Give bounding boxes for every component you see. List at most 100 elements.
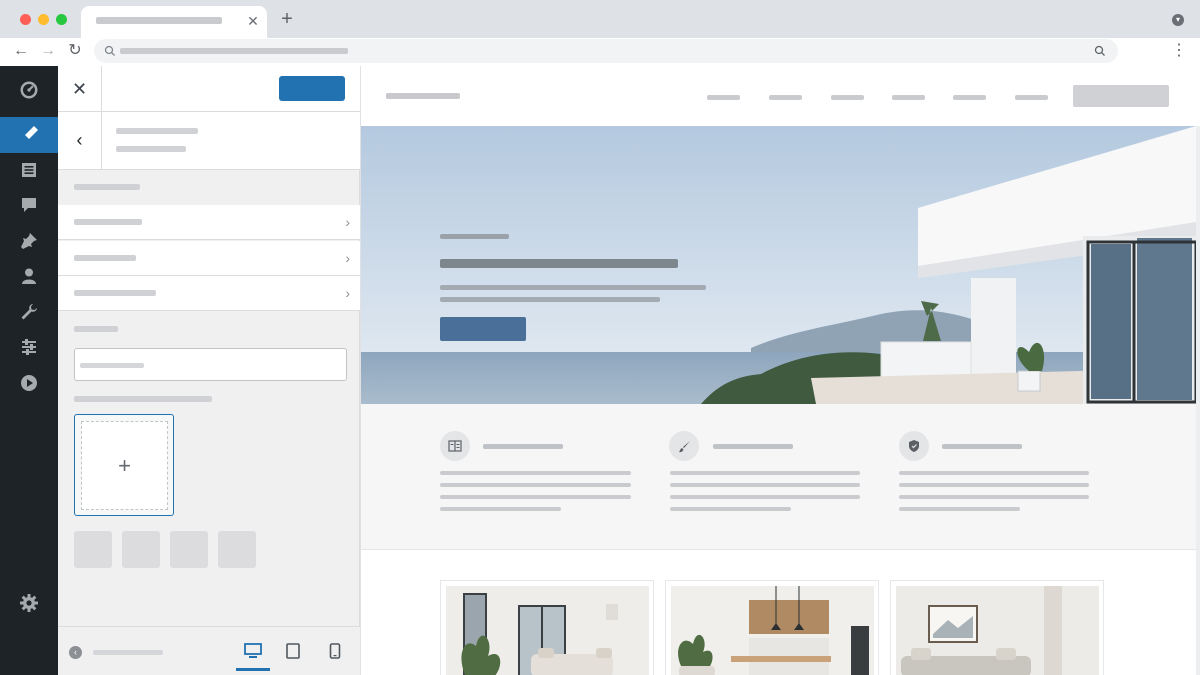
panel-item-label [74, 219, 142, 225]
color-swatch[interactable] [74, 531, 112, 568]
collapse-label [93, 650, 163, 655]
gallery-section [361, 549, 1196, 675]
feature-text-line [670, 483, 860, 487]
zoom-search-icon[interactable] [1094, 45, 1106, 57]
media-play-icon[interactable] [0, 365, 58, 401]
nav-item[interactable] [831, 95, 864, 100]
hero-section [361, 126, 1196, 404]
color-swatch[interactable] [218, 531, 256, 568]
panel-item[interactable]: › [58, 241, 360, 276]
field-label [74, 326, 118, 332]
search-icon [104, 45, 115, 56]
gallery-card[interactable] [665, 580, 879, 675]
feature-text-line [440, 495, 631, 499]
chevron-right-icon: › [345, 250, 350, 266]
users-icon[interactable] [0, 258, 58, 294]
close-customizer-button[interactable]: ✕ [58, 66, 102, 112]
feature-text-line [899, 471, 1089, 475]
features-section [361, 404, 1196, 549]
pages-icon[interactable] [0, 152, 58, 188]
feature-text-line [899, 483, 1089, 487]
brush-icon [669, 431, 699, 461]
nav-item[interactable] [892, 95, 925, 100]
site-title-input[interactable] [74, 348, 347, 381]
feature-text-line [670, 507, 791, 511]
posts-icon[interactable] [0, 223, 58, 259]
back-button[interactable]: ← [10, 40, 32, 62]
tab-close-icon[interactable]: ✕ [246, 14, 260, 28]
logo-upload-button[interactable]: + [74, 414, 174, 516]
tab-strip: ✕ + ▾ [0, 0, 1200, 38]
site-preview [361, 66, 1200, 675]
browser-menu-icon[interactable]: ⋮ [1171, 42, 1187, 60]
tools-icon[interactable] [0, 294, 58, 330]
feature-text-line [670, 471, 860, 475]
feature-text-line [899, 507, 1020, 511]
tab-search-chevron-icon[interactable]: ▾ [1172, 14, 1184, 26]
section-title [116, 146, 186, 152]
feature-text-line [670, 495, 860, 499]
logo-label [74, 396, 212, 402]
site-header [361, 66, 1200, 126]
tablet-preview-button[interactable] [280, 639, 306, 663]
gear-icon[interactable] [0, 585, 58, 621]
nav-item[interactable] [707, 95, 740, 100]
layout-icon [440, 431, 470, 461]
active-device-indicator [236, 668, 270, 671]
new-tab-button[interactable]: + [278, 8, 296, 30]
feature-title [483, 444, 563, 449]
dashboard-icon[interactable] [0, 72, 58, 108]
hero-subtext-line [440, 285, 706, 290]
close-icon: ✕ [71, 78, 88, 99]
preview-right-edge [1196, 126, 1200, 675]
panel-item[interactable]: › [58, 276, 360, 311]
tablet-icon [286, 643, 300, 659]
customizer-footer: ‹ [58, 626, 360, 675]
nav-item[interactable] [953, 95, 986, 100]
panel-item-label [74, 255, 136, 261]
gallery-card[interactable] [890, 580, 1104, 675]
browser-tab[interactable]: ✕ [81, 6, 267, 38]
appearance-icon[interactable] [0, 117, 58, 153]
publish-button[interactable] [279, 76, 345, 101]
back-button[interactable]: ‹ [58, 112, 102, 169]
comments-icon[interactable] [0, 187, 58, 223]
hero-cta-button[interactable] [440, 317, 526, 341]
feature-text-line [440, 483, 631, 487]
tab-title [96, 17, 222, 24]
panel-item[interactable]: › [58, 205, 360, 240]
hero-headline [440, 259, 678, 268]
collapse-icon[interactable]: ‹ [69, 646, 82, 659]
interior-living-room-image [446, 586, 649, 675]
settings-sliders-icon[interactable] [0, 329, 58, 365]
hero-eyebrow [440, 234, 509, 239]
input-value [80, 363, 144, 368]
section-header: ‹ [58, 112, 360, 170]
interior-kitchen-image [671, 586, 874, 675]
maximize-window-button[interactable] [56, 14, 67, 25]
gallery-card[interactable] [440, 580, 654, 675]
nav-item[interactable] [769, 95, 802, 100]
group-heading [74, 184, 140, 190]
reload-button[interactable]: ↻ [64, 40, 86, 62]
browser-toolbar: ← → ↻ ⋮ [0, 38, 1200, 66]
site-title[interactable] [386, 93, 460, 99]
color-swatch[interactable] [170, 531, 208, 568]
close-window-button[interactable] [20, 14, 31, 25]
feature-text-line [440, 471, 631, 475]
mobile-preview-button[interactable] [322, 639, 348, 663]
color-swatch[interactable] [122, 531, 160, 568]
logo-dropzone: + [81, 421, 168, 510]
address-bar[interactable] [94, 39, 1118, 63]
nav-item[interactable] [1015, 95, 1048, 100]
desktop-preview-button[interactable] [240, 639, 266, 663]
header-cta-button[interactable] [1073, 85, 1169, 107]
chevron-right-icon: › [345, 214, 350, 230]
section-subtitle [116, 128, 198, 134]
minimize-window-button[interactable] [38, 14, 49, 25]
plus-icon: + [118, 452, 131, 478]
customizer-panel: ✕ ‹ › › › + ‹ [58, 66, 360, 675]
interior-lounge-image [896, 586, 1099, 675]
chevron-right-icon: › [345, 285, 350, 301]
forward-button[interactable]: → [37, 40, 59, 62]
